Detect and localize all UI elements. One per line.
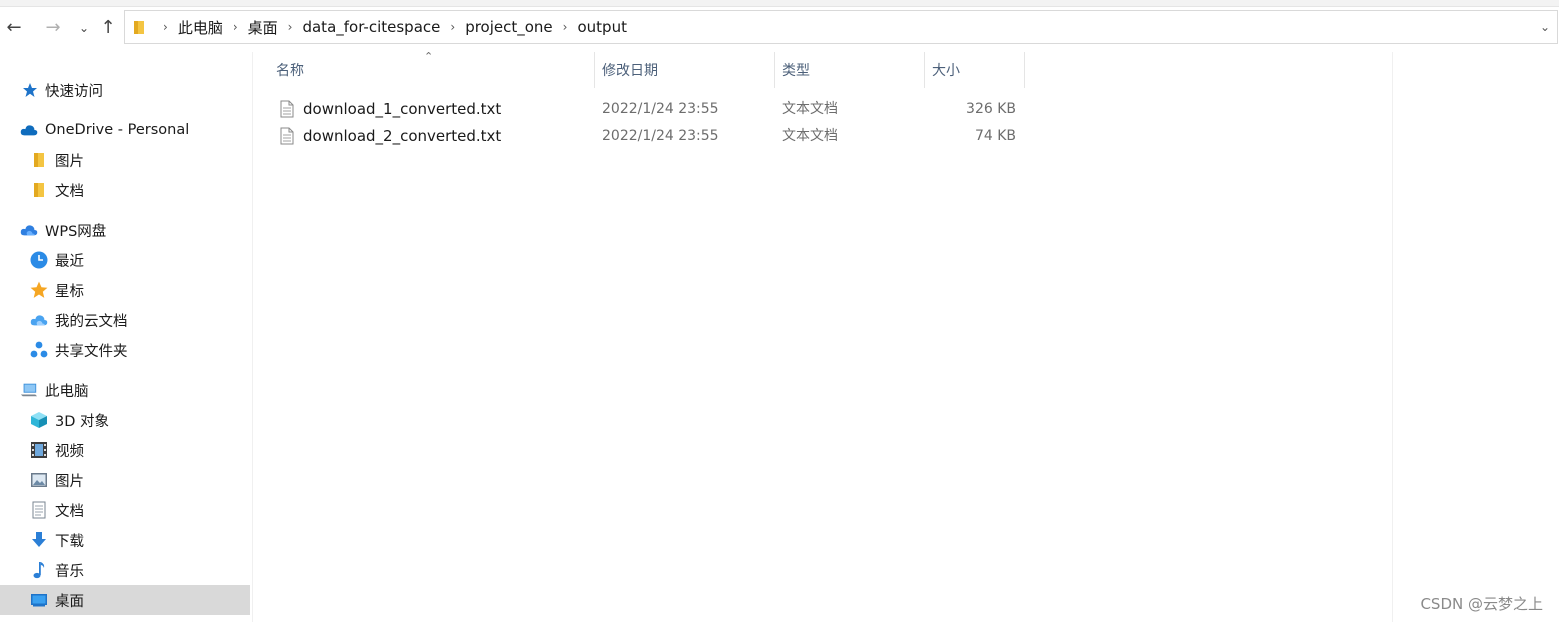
column-header-label: 大小 bbox=[932, 63, 960, 79]
breadcrumb-desktop[interactable]: 桌面 bbox=[248, 17, 278, 38]
chevron-right-icon[interactable]: › bbox=[163, 20, 168, 34]
document-icon bbox=[30, 501, 48, 519]
column-header-type[interactable]: 类型 bbox=[775, 52, 925, 88]
file-size: 74 KB bbox=[974, 128, 1016, 144]
film-icon bbox=[30, 441, 48, 459]
cube-icon bbox=[30, 411, 48, 429]
chevron-right-icon[interactable]: › bbox=[233, 20, 238, 34]
chevron-right-icon[interactable]: › bbox=[288, 20, 293, 34]
sidebar-item-label: WPS网盘 bbox=[45, 223, 107, 240]
folder-icon bbox=[134, 21, 144, 34]
chevron-right-icon[interactable]: › bbox=[450, 20, 455, 34]
sidebar-item-this-pc[interactable]: 此电脑 bbox=[20, 375, 89, 405]
column-header-date-modified[interactable]: 修改日期 bbox=[595, 52, 775, 88]
sidebar-item-3d-objects[interactable]: 3D 对象 bbox=[30, 405, 109, 435]
breadcrumb-project-one[interactable]: project_one bbox=[465, 18, 552, 36]
breadcrumb-this-pc[interactable]: 此电脑 bbox=[178, 17, 223, 38]
sidebar-item-onedrive-documents[interactable]: 文档 bbox=[32, 175, 84, 205]
address-bar[interactable]: › 此电脑 › 桌面 › data_for-citespace › projec… bbox=[124, 10, 1558, 44]
sidebar-item-shared-folder[interactable]: 共享文件夹 bbox=[30, 335, 128, 365]
text-file-icon bbox=[280, 127, 294, 145]
sidebar-item-label: 最近 bbox=[55, 253, 84, 270]
star-icon bbox=[30, 281, 48, 299]
watermark: CSDN @云梦之上 bbox=[1420, 595, 1543, 613]
column-header-label: 名称 bbox=[276, 63, 304, 79]
chevron-right-icon[interactable]: › bbox=[563, 20, 568, 34]
sidebar-item-onedrive[interactable]: OneDrive - Personal bbox=[20, 115, 189, 145]
sidebar-item-documents[interactable]: 文档 bbox=[30, 495, 84, 525]
computer-icon bbox=[20, 381, 38, 399]
sidebar-item-label: 音乐 bbox=[55, 563, 84, 580]
sidebar-item-label: 视频 bbox=[55, 443, 84, 460]
back-arrow-icon[interactable]: ← bbox=[2, 16, 26, 40]
sidebar-item-label: 3D 对象 bbox=[55, 413, 109, 430]
title-strip bbox=[0, 0, 1559, 7]
sidebar-item-label: 共享文件夹 bbox=[55, 343, 128, 360]
column-header-label: 类型 bbox=[782, 63, 810, 79]
sidebar-item-label: OneDrive - Personal bbox=[45, 122, 190, 138]
sidebar-item-label: 图片 bbox=[55, 473, 84, 490]
sidebar-item-music[interactable]: 音乐 bbox=[30, 555, 84, 585]
sidebar-item-my-cloud-docs[interactable]: 我的云文档 bbox=[30, 305, 128, 335]
file-name[interactable]: download_2_converted.txt bbox=[303, 123, 501, 149]
star-icon bbox=[22, 81, 38, 99]
file-row[interactable]: download_1_converted.txt 2022/1/24 23:55… bbox=[270, 96, 1030, 122]
sidebar-item-label: 此电脑 bbox=[45, 383, 89, 400]
desktop-icon bbox=[30, 591, 48, 609]
sidebar-item-label: 桌面 bbox=[55, 593, 84, 610]
sidebar-item-desktop[interactable]: 桌面 bbox=[0, 585, 250, 615]
file-date-modified: 2022/1/24 23:55 bbox=[602, 101, 719, 117]
sidebar-item-quick-access[interactable]: 快速访问 bbox=[22, 75, 103, 105]
clock-icon bbox=[30, 251, 48, 269]
address-dropdown-chevron-icon[interactable]: ⌄ bbox=[1533, 11, 1557, 43]
share-icon bbox=[30, 341, 48, 359]
column-header-label: 修改日期 bbox=[602, 63, 658, 79]
picture-icon bbox=[30, 471, 48, 489]
pane-divider bbox=[252, 52, 253, 622]
file-type: 文本文档 bbox=[782, 101, 838, 117]
folder-icon bbox=[32, 151, 46, 169]
breadcrumb-data-folder[interactable]: data_for-citespace bbox=[302, 18, 440, 36]
sidebar-item-videos[interactable]: 视频 bbox=[30, 435, 84, 465]
cloud-icon bbox=[30, 311, 48, 329]
file-size: 326 KB bbox=[966, 101, 1016, 117]
music-icon bbox=[30, 561, 48, 579]
navigation-pane: 快速访问 OneDrive - Personal 图片 文档 WPS网盘 最近 bbox=[0, 52, 252, 622]
sidebar-item-label: 文档 bbox=[55, 503, 84, 520]
breadcrumb: › 此电脑 › 桌面 › data_for-citespace › projec… bbox=[153, 11, 627, 43]
navigation-bar: ← → ⌄ ↑ › 此电脑 › 桌面 › data_for-citespace … bbox=[0, 8, 1559, 48]
sidebar-item-label: 快速访问 bbox=[45, 83, 103, 100]
sidebar-item-onedrive-pictures[interactable]: 图片 bbox=[32, 145, 84, 175]
recent-locations-chevron-icon[interactable]: ⌄ bbox=[72, 16, 96, 40]
file-type: 文本文档 bbox=[782, 128, 838, 144]
column-header-name[interactable]: 名称 bbox=[270, 52, 595, 88]
download-icon bbox=[30, 531, 48, 549]
sidebar-item-label: 文档 bbox=[55, 183, 84, 200]
breadcrumb-output[interactable]: output bbox=[577, 18, 626, 36]
cloud-icon bbox=[20, 221, 38, 239]
file-name[interactable]: download_1_converted.txt bbox=[303, 96, 501, 122]
sidebar-item-pictures[interactable]: 图片 bbox=[30, 465, 84, 495]
sidebar-item-wps-drive[interactable]: WPS网盘 bbox=[20, 215, 106, 245]
up-arrow-icon[interactable]: ↑ bbox=[96, 16, 120, 40]
details-pane-divider bbox=[1392, 52, 1393, 622]
folder-icon bbox=[32, 181, 46, 199]
sidebar-item-label: 下载 bbox=[55, 533, 84, 550]
sidebar-item-label: 星标 bbox=[55, 283, 84, 300]
cloud-icon bbox=[20, 121, 38, 139]
sidebar-item-label: 图片 bbox=[55, 153, 84, 170]
text-file-icon bbox=[280, 100, 294, 118]
sidebar-item-label: 我的云文档 bbox=[55, 313, 128, 330]
file-row[interactable]: download_2_converted.txt 2022/1/24 23:55… bbox=[270, 123, 1030, 149]
sidebar-item-starred[interactable]: 星标 bbox=[30, 275, 84, 305]
file-date-modified: 2022/1/24 23:55 bbox=[602, 128, 719, 144]
sidebar-item-recent[interactable]: 最近 bbox=[30, 245, 84, 275]
column-header-size[interactable]: 大小 bbox=[925, 52, 1025, 88]
forward-arrow-icon[interactable]: → bbox=[41, 16, 65, 40]
sidebar-item-downloads[interactable]: 下载 bbox=[30, 525, 84, 555]
